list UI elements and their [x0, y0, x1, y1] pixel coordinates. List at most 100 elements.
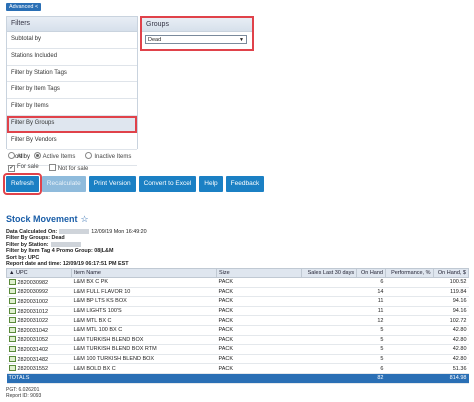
- table-row[interactable]: 2820031482 L&M 100 TURKISH BLEND BOX PACK 5…: [6, 354, 469, 365]
- item-image-icon[interactable]: [8, 355, 16, 362]
- print-version-button[interactable]: Print Version: [88, 176, 136, 192]
- cell-text: 12: [377, 317, 384, 324]
- data-calc-label: Data Calculated On:: [6, 229, 58, 235]
- item-image-icon[interactable]: [8, 297, 16, 304]
- item-image-icon[interactable]: [8, 326, 16, 333]
- table-cell: 2820031002: [6, 296, 72, 307]
- item-image-icon[interactable]: [8, 278, 16, 285]
- filter-subtotal-by[interactable]: Subtotal by: [7, 32, 137, 49]
- filter-item-tags[interactable]: Filter by Item Tags: [7, 82, 137, 100]
- table-cell: [301, 354, 357, 365]
- cell-text: L&M MTL 100 BX C: [73, 327, 123, 334]
- item-image-icon[interactable]: [8, 365, 16, 372]
- groups-panel: Groups Dead ▼: [140, 16, 254, 51]
- filter-by-vendors[interactable]: Filter By Vendors: [7, 132, 137, 150]
- item-image-icon[interactable]: [8, 317, 16, 324]
- radio-circle-icon: [8, 152, 15, 159]
- cell-text: 51.36: [452, 365, 467, 372]
- item-image-icon[interactable]: [8, 307, 16, 314]
- table-row[interactable]: 2820031052 L&M TURKISH BLEND BOX PACK 5 42.8…: [6, 335, 469, 346]
- totals-cell: 814.98: [433, 373, 469, 384]
- radio-inactive-items[interactable]: Inactive Items: [85, 152, 131, 160]
- groups-header: Groups: [142, 18, 252, 32]
- cell-text: 94.16: [452, 298, 467, 305]
- table-cell: [301, 306, 357, 317]
- table-cell: 12: [356, 315, 386, 326]
- filter-items[interactable]: Filter by Items: [7, 99, 137, 116]
- item-tag-filter-line: Filter by Item Tag 4 Promo Group: 08|L&M: [6, 248, 114, 255]
- filter-stations-included[interactable]: Stations Included: [7, 48, 137, 66]
- table-row[interactable]: 2820031012 L&M LIGHTS 100'S PACK 11 94.16: [6, 306, 469, 317]
- cell-text: L&M LIGHTS 100'S: [73, 308, 122, 315]
- filter-by-groups[interactable]: Filter By Groups: [7, 115, 137, 133]
- table-row[interactable]: 2820031402 L&M TURKISH BLEND BOX RTM PACK 5…: [6, 344, 469, 355]
- refresh-button[interactable]: Refresh: [3, 173, 42, 195]
- table-cell: 42.80: [433, 354, 469, 365]
- item-image-icon[interactable]: [8, 336, 16, 343]
- table-cell: L&M 100 TURKISH BLEND BOX: [71, 354, 217, 365]
- col-on-hand[interactable]: On Hand: [356, 268, 386, 278]
- sort-line: Sort by: UPC: [6, 254, 40, 261]
- checkbox-for-sale[interactable]: ✔ For sale: [8, 164, 39, 172]
- cell-text: 102.72: [449, 317, 467, 324]
- report-footer: PGT: 6.026201 Report ID: 9093: [6, 387, 41, 399]
- cell-text: PACK: [218, 308, 234, 315]
- table-cell: 51.36: [433, 363, 469, 374]
- cell-text: 42.80: [452, 327, 467, 334]
- table-cell: PACK: [216, 354, 302, 365]
- col-performance[interactable]: Performance, %: [384, 268, 434, 278]
- radio-active-items[interactable]: Active Items: [33, 152, 75, 160]
- table-cell: PACK: [216, 315, 302, 326]
- table-cell: 102.72: [433, 315, 469, 326]
- cell-text: PACK: [218, 288, 234, 295]
- table-cell: [385, 277, 434, 288]
- table-cell: L&M MTL BX C: [71, 315, 217, 326]
- table-cell: PACK: [216, 287, 302, 298]
- table-cell: 42.80: [433, 344, 469, 355]
- table-cell: L&M MTL 100 BX C: [71, 325, 217, 336]
- table-row[interactable]: 2820031022 L&M MTL BX C PACK 12 102.72: [6, 315, 469, 326]
- col-item-name[interactable]: Item Name: [71, 268, 217, 278]
- table-cell: 14: [356, 287, 386, 298]
- col-sales-30[interactable]: Sales Last 30 days: [300, 268, 358, 278]
- station-filter-line: Filter by Station:: [6, 241, 49, 248]
- advanced-toggle-button[interactable]: Advanced <: [6, 3, 42, 11]
- help-button[interactable]: Help: [199, 176, 223, 192]
- table-cell: 2820030982: [6, 277, 72, 288]
- totals-cell: 82: [356, 373, 386, 384]
- table-row[interactable]: 2820031552 L&M BOLD BX C PACK 6 51.36: [6, 363, 469, 374]
- feedback-button[interactable]: Feedback: [225, 176, 265, 192]
- table-row[interactable]: 2820031002 L&M BP LTS KS BOX PACK 11 94.16: [6, 296, 469, 307]
- table-row[interactable]: 2820031042 L&M MTL 100 BX C PACK 5 42.80: [6, 325, 469, 336]
- table-row[interactable]: 2820030982 L&M BX C PK PACK 6 100.52: [6, 277, 469, 288]
- table-cell: 2820031552: [6, 363, 72, 374]
- cell-text: 5: [380, 356, 384, 363]
- item-image-icon[interactable]: [8, 288, 16, 295]
- cell-text: 2820031052: [17, 337, 49, 344]
- totals-cell: [301, 373, 357, 384]
- table-cell: 42.80: [433, 335, 469, 346]
- checkbox-not-for-sale[interactable]: Not for sale: [48, 164, 88, 172]
- convert-to-excel-button[interactable]: Convert to Excel: [138, 176, 197, 192]
- star-icon[interactable]: ☆: [81, 214, 89, 224]
- item-image-icon[interactable]: [8, 345, 16, 352]
- radio-all[interactable]: All: [8, 152, 24, 160]
- filter-station-tags[interactable]: Filter by Station Tags: [7, 65, 137, 83]
- table-cell: [385, 287, 434, 298]
- table-cell: 2820031482: [6, 354, 72, 365]
- table-cell: PACK: [216, 335, 302, 346]
- report-title-text: Stock Movement: [6, 214, 78, 224]
- cell-text: 2820031482: [17, 356, 49, 363]
- table-cell: 2820031022: [6, 315, 72, 326]
- table-cell: PACK: [216, 363, 302, 374]
- col-on-hand-dollars[interactable]: On Hand, $: [432, 268, 470, 278]
- table-cell: PACK: [216, 325, 302, 336]
- table-row[interactable]: 2820030992 L&M FULL FLAVOR 10 PACK 14 119.84: [6, 287, 469, 298]
- col-size[interactable]: Size: [216, 268, 302, 278]
- cell-text: 2820031002: [17, 298, 49, 305]
- recalculate-button[interactable]: Recalculate: [41, 176, 86, 192]
- cell-text: 119.84: [450, 288, 467, 295]
- cell-text: 42.80: [452, 336, 467, 343]
- groups-select[interactable]: Dead ▼: [145, 35, 247, 44]
- col-upc[interactable]: ▲ UPC: [6, 268, 72, 278]
